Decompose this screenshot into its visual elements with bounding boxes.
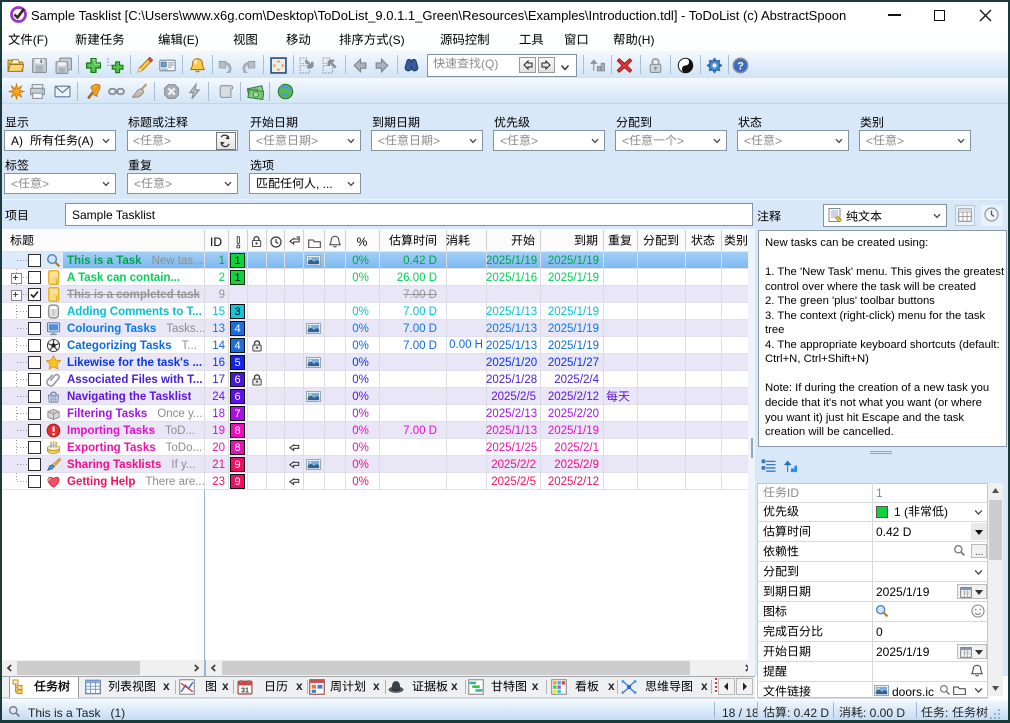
svg-text:31: 31 — [241, 687, 249, 694]
svg-text:?: ? — [737, 60, 744, 72]
